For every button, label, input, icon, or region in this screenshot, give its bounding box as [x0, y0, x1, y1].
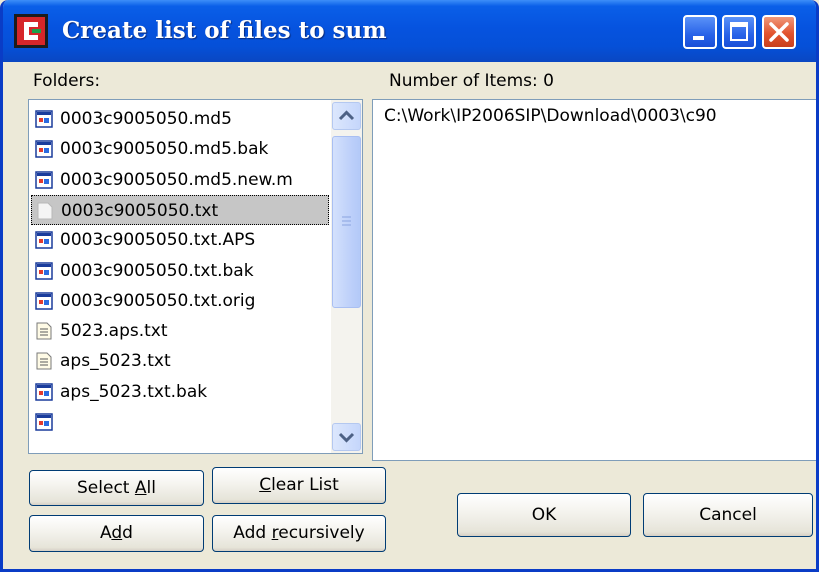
- exe-file-icon: [35, 170, 53, 189]
- ok-button[interactable]: OK: [457, 493, 631, 537]
- maximize-button[interactable]: [722, 15, 756, 49]
- select-all-button[interactable]: Select All: [29, 470, 204, 506]
- exe-file-icon: [35, 413, 53, 431]
- clear-list-button[interactable]: Clear List: [212, 467, 386, 504]
- dialog-window: Create list of files to sum Folders: Num…: [0, 0, 819, 572]
- minimize-icon: [693, 36, 704, 40]
- scroll-up-button[interactable]: [332, 102, 361, 130]
- select-all-accelerator: A: [134, 478, 147, 498]
- add-recursively-label-start: Add: [233, 523, 272, 543]
- text-file-icon: [36, 322, 52, 340]
- exe-file-icon: [35, 140, 53, 159]
- file-list-item[interactable]: 5023.aps.txt: [31, 316, 329, 346]
- folders-label: Folders:: [33, 71, 101, 91]
- clear-list-accelerator: C: [259, 475, 272, 495]
- file-list-item[interactable]: 0003c9005050.txt.bak: [31, 256, 329, 286]
- chevron-down-icon: [338, 432, 355, 443]
- file-list-item[interactable]: aps_5023.txt: [31, 346, 329, 376]
- close-button[interactable]: [762, 15, 796, 49]
- scroll-down-button[interactable]: [332, 423, 361, 451]
- select-all-label-start: Select: [77, 478, 135, 498]
- add-accelerator: d: [111, 523, 123, 543]
- file-name: aps_5023.txt.bak: [60, 381, 208, 402]
- file-list-item[interactable]: 0003c9005050.md5.bak: [31, 134, 329, 164]
- add-label-end: d: [122, 523, 133, 543]
- exe-file-icon: [35, 110, 53, 128]
- file-list-item[interactable]: aps_5023.txt.bak: [31, 377, 329, 407]
- file-name: 0003c9005050.md5.new.m: [60, 169, 293, 190]
- add-recursively-button[interactable]: Add recursively: [212, 515, 386, 552]
- exe-file-icon: [35, 292, 53, 310]
- file-name: 0003c9005050.txt.APS: [60, 230, 256, 251]
- item-count-label: Number of Items: 0: [389, 71, 554, 91]
- file-list-item[interactable]: 0003c9005050.md5: [31, 104, 329, 134]
- file-name: 0003c9005050.txt: [61, 200, 219, 221]
- selected-file-path[interactable]: C:\Work\IP2006SIP\Download\0003\c90: [384, 106, 717, 126]
- file-list-item[interactable]: 0003c9005050.txt.APS: [31, 225, 329, 255]
- file-name: aps_5023.txt: [60, 351, 171, 372]
- add-button[interactable]: Add: [29, 515, 204, 552]
- window-title: Create list of files to sum: [62, 17, 387, 44]
- add-recursively-label-end: ecursively: [278, 523, 365, 543]
- file-list-item[interactable]: 0003c9005050.txt.orig: [31, 286, 329, 316]
- select-all-label-end: ll: [146, 478, 156, 498]
- folder-file-list[interactable]: 0003c9005050.md5 0003c9005050.md5.bak 0003…: [28, 99, 363, 454]
- file-name: 0003c9005050.txt.bak: [60, 260, 254, 281]
- cancel-button[interactable]: Cancel: [643, 493, 813, 537]
- file-list-item[interactable]: 0003c9005050.md5.new.m: [31, 165, 329, 195]
- exe-file-icon: [35, 382, 53, 401]
- close-icon: [769, 22, 789, 42]
- title-bar[interactable]: Create list of files to sum: [3, 0, 816, 62]
- blank-file-icon: [37, 202, 53, 220]
- app-icon: [14, 14, 48, 48]
- exe-file-icon: [35, 231, 53, 249]
- file-name: 5023.aps.txt: [60, 321, 168, 342]
- vertical-scrollbar[interactable]: [331, 100, 362, 453]
- text-file-icon: [36, 352, 52, 370]
- maximize-icon: [730, 22, 748, 41]
- exe-file-icon: [35, 261, 53, 280]
- add-label-start: A: [100, 523, 112, 543]
- file-list-item[interactable]: 0003c9005050.txt: [31, 194, 329, 225]
- grip-icon: [342, 216, 351, 226]
- file-name: 0003c9005050.txt.orig: [60, 290, 256, 311]
- file-name: 0003c9005050.md5: [60, 109, 232, 129]
- selected-files-list[interactable]: C:\Work\IP2006SIP\Download\0003\c90: [372, 99, 816, 461]
- chevron-up-icon: [338, 110, 355, 121]
- file-name: 0003c9005050.md5.bak: [60, 139, 269, 160]
- scroll-thumb[interactable]: [332, 136, 361, 308]
- file-list-item[interactable]: [31, 407, 329, 437]
- minimize-button[interactable]: [683, 15, 717, 49]
- clear-list-label-end: lear List: [271, 475, 339, 495]
